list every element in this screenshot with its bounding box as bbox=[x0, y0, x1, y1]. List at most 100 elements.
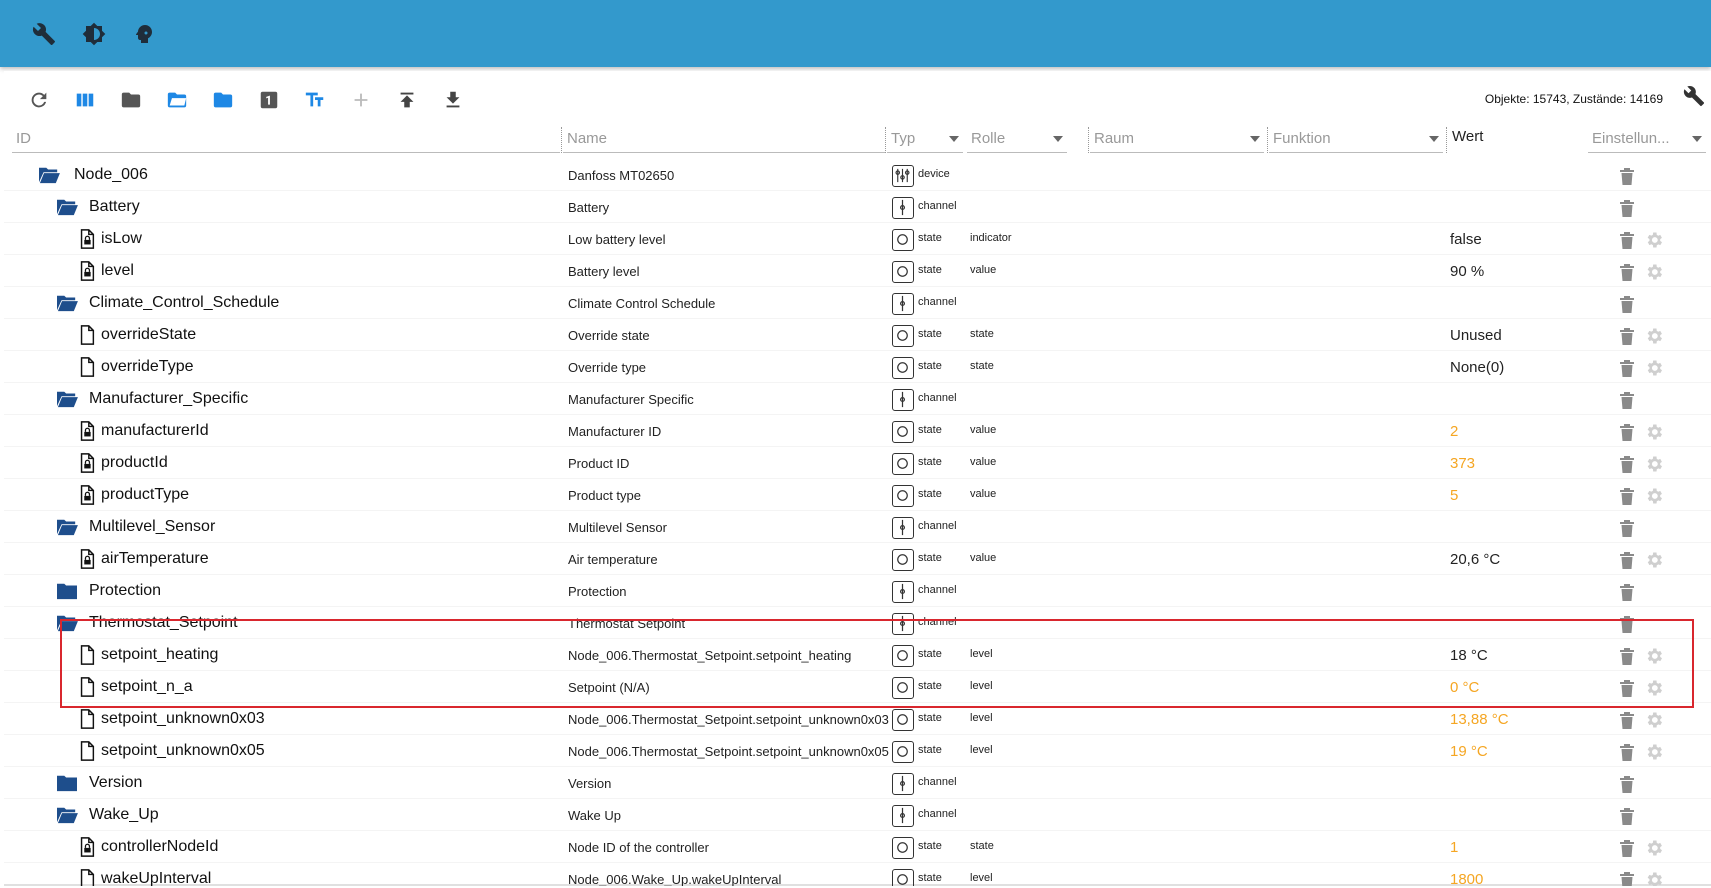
gear-icon[interactable] bbox=[1644, 326, 1664, 346]
row-value[interactable]: 19 °C bbox=[1450, 743, 1488, 760]
column-room-select[interactable]: Raum bbox=[1090, 127, 1264, 153]
table-row[interactable]: wakeUpInterval Node_006.Wake_Up.wakeUpInt… bbox=[4, 863, 1711, 886]
gear-icon[interactable] bbox=[1644, 838, 1664, 858]
table-row[interactable]: Battery Battery channel bbox=[4, 191, 1711, 223]
wrench-icon[interactable] bbox=[30, 20, 58, 48]
column-divider[interactable] bbox=[1088, 127, 1089, 153]
table-row[interactable]: controllerNodeId Node ID of the controlle… bbox=[4, 831, 1711, 863]
table-row[interactable]: Version Version channel bbox=[4, 767, 1711, 799]
trash-icon[interactable] bbox=[1618, 646, 1636, 666]
column-function-select[interactable]: Funktion bbox=[1269, 127, 1443, 153]
folder-icon[interactable] bbox=[56, 773, 78, 793]
gear-icon[interactable] bbox=[1644, 358, 1664, 378]
column-role-select[interactable]: Rolle bbox=[967, 127, 1067, 153]
table-row[interactable]: Node_006 Danfoss MT02650 device bbox=[4, 159, 1711, 191]
trash-icon[interactable] bbox=[1618, 710, 1636, 730]
columns-icon[interactable] bbox=[62, 85, 108, 115]
table-row[interactable]: level Battery level state value 90 % bbox=[4, 255, 1711, 287]
gear-icon[interactable] bbox=[1644, 230, 1664, 250]
trash-icon[interactable] bbox=[1618, 422, 1636, 442]
trash-icon[interactable] bbox=[1618, 486, 1636, 506]
table-row[interactable]: Thermostat_Setpoint Thermostat Setpoint ch… bbox=[4, 607, 1711, 639]
gear-icon[interactable] bbox=[1644, 550, 1664, 570]
trash-icon[interactable] bbox=[1618, 230, 1636, 250]
gear-icon[interactable] bbox=[1644, 678, 1664, 698]
column-name-filter[interactable]: Name bbox=[563, 127, 885, 153]
column-type-select[interactable]: Typ bbox=[887, 127, 963, 153]
row-value[interactable]: 20,6 °C bbox=[1450, 551, 1500, 568]
trash-icon[interactable] bbox=[1618, 838, 1636, 858]
gear-icon[interactable] bbox=[1644, 870, 1664, 886]
table-row[interactable]: setpoint_heating Node_006.Thermostat_Setp… bbox=[4, 639, 1711, 671]
refresh-icon[interactable] bbox=[16, 85, 62, 115]
column-divider[interactable] bbox=[561, 127, 562, 153]
gear-icon[interactable] bbox=[1644, 262, 1664, 282]
trash-icon[interactable] bbox=[1618, 326, 1636, 346]
head-profile-icon[interactable] bbox=[130, 20, 158, 48]
table-row[interactable]: setpoint_unknown0x05 Node_006.Thermostat_… bbox=[4, 735, 1711, 767]
number-one-icon[interactable] bbox=[246, 85, 292, 115]
row-value[interactable]: 90 % bbox=[1450, 263, 1484, 280]
table-row[interactable]: overrideState Override state state state Unu… bbox=[4, 319, 1711, 351]
download-icon[interactable] bbox=[430, 85, 476, 115]
column-divider[interactable] bbox=[885, 127, 886, 153]
gear-icon[interactable] bbox=[1644, 742, 1664, 762]
folder-open-icon[interactable] bbox=[56, 197, 78, 217]
trash-icon[interactable] bbox=[1618, 550, 1636, 570]
row-value[interactable]: None(0) bbox=[1450, 359, 1504, 376]
table-row[interactable]: Multilevel_Sensor Multilevel Sensor channe… bbox=[4, 511, 1711, 543]
table-row[interactable]: Manufacturer_Specific Manufacturer Specif… bbox=[4, 383, 1711, 415]
trash-icon[interactable] bbox=[1618, 518, 1636, 538]
folder-closed-icon[interactable] bbox=[200, 85, 246, 115]
trash-icon[interactable] bbox=[1618, 294, 1636, 314]
wrench-icon[interactable] bbox=[1683, 85, 1709, 111]
table-row[interactable]: Wake_Up Wake Up channel bbox=[4, 799, 1711, 831]
trash-icon[interactable] bbox=[1618, 166, 1636, 186]
trash-icon[interactable] bbox=[1618, 582, 1636, 602]
brightness-icon[interactable] bbox=[80, 20, 108, 48]
folder-icon[interactable] bbox=[56, 581, 78, 601]
trash-icon[interactable] bbox=[1618, 262, 1636, 282]
gear-icon[interactable] bbox=[1644, 646, 1664, 666]
table-row[interactable]: overrideType Override type state state None(… bbox=[4, 351, 1711, 383]
trash-icon[interactable] bbox=[1618, 358, 1636, 378]
trash-icon[interactable] bbox=[1618, 614, 1636, 634]
trash-icon[interactable] bbox=[1618, 198, 1636, 218]
add-icon[interactable] bbox=[338, 85, 384, 115]
upload-icon[interactable] bbox=[384, 85, 430, 115]
row-value[interactable]: 1800 bbox=[1450, 871, 1483, 886]
table-row[interactable]: Climate_Control_Schedule Climate Control … bbox=[4, 287, 1711, 319]
trash-icon[interactable] bbox=[1618, 742, 1636, 762]
gear-icon[interactable] bbox=[1644, 422, 1664, 442]
row-value[interactable]: false bbox=[1450, 231, 1482, 248]
folder-open-icon[interactable] bbox=[154, 85, 200, 115]
trash-icon[interactable] bbox=[1618, 678, 1636, 698]
table-row[interactable]: productType Product type state value 5 bbox=[4, 479, 1711, 511]
gear-icon[interactable] bbox=[1644, 454, 1664, 474]
row-value[interactable]: 18 °C bbox=[1450, 647, 1488, 664]
row-value[interactable]: 1 bbox=[1450, 839, 1458, 856]
table-row[interactable]: productId Product ID state value 373 bbox=[4, 447, 1711, 479]
gear-icon[interactable] bbox=[1644, 710, 1664, 730]
trash-icon[interactable] bbox=[1618, 454, 1636, 474]
folder-open-icon[interactable] bbox=[56, 613, 78, 633]
column-settings-select[interactable]: Einstellun... bbox=[1588, 127, 1706, 153]
row-value[interactable]: 5 bbox=[1450, 487, 1458, 504]
table-row[interactable]: isLow Low battery level state indicator fals… bbox=[4, 223, 1711, 255]
table-row[interactable]: Protection Protection channel bbox=[4, 575, 1711, 607]
table-row[interactable]: manufacturerId Manufacturer ID state value 2 bbox=[4, 415, 1711, 447]
column-divider[interactable] bbox=[1446, 127, 1447, 153]
gear-icon[interactable] bbox=[1644, 486, 1664, 506]
font-size-icon[interactable] bbox=[292, 85, 338, 115]
folder-open-icon[interactable] bbox=[56, 389, 78, 409]
trash-icon[interactable] bbox=[1618, 870, 1636, 886]
column-divider[interactable] bbox=[1267, 127, 1268, 153]
trash-icon[interactable] bbox=[1618, 806, 1636, 826]
table-row[interactable]: airTemperature Air temperature state value 2… bbox=[4, 543, 1711, 575]
row-value[interactable]: 373 bbox=[1450, 455, 1475, 472]
folder-open-icon[interactable] bbox=[38, 165, 60, 185]
row-value[interactable]: Unused bbox=[1450, 327, 1502, 344]
row-value[interactable]: 2 bbox=[1450, 423, 1458, 440]
folder-icon[interactable] bbox=[108, 85, 154, 115]
row-value[interactable]: 13,88 °C bbox=[1450, 711, 1509, 728]
